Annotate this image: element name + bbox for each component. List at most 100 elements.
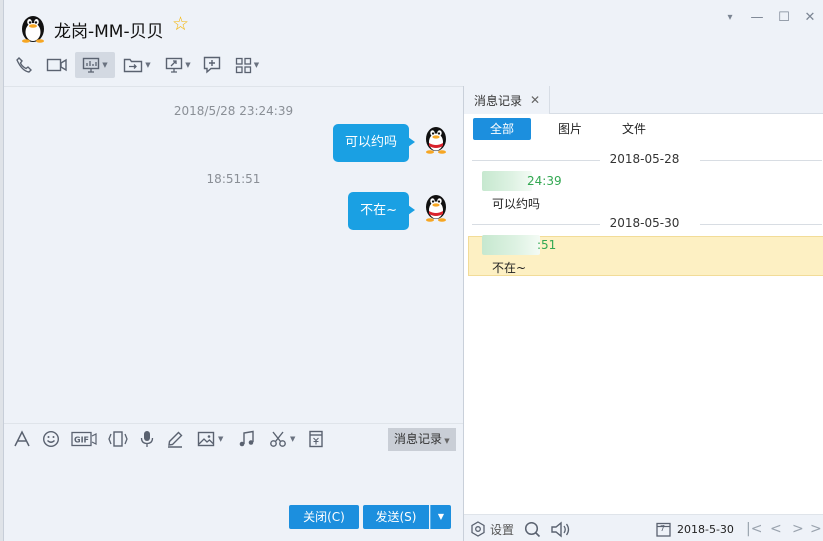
first-page-icon: |< bbox=[746, 521, 763, 537]
star-icon[interactable]: ☆ bbox=[172, 15, 189, 34]
microphone-icon bbox=[140, 431, 154, 447]
shake-window-icon bbox=[108, 431, 128, 447]
new-discussion-button[interactable] bbox=[200, 52, 224, 78]
screen-chart-icon bbox=[83, 57, 100, 73]
last-page-button[interactable]: >| bbox=[810, 520, 823, 538]
close-button[interactable]: 关闭(C) bbox=[289, 505, 359, 529]
message-history-button[interactable]: 消息记录 ▼ bbox=[388, 428, 456, 451]
dropdown-caret-icon: ▼ bbox=[102, 61, 108, 69]
music-button[interactable] bbox=[238, 428, 256, 450]
message-history-label: 消息记录 bbox=[394, 432, 443, 446]
divider bbox=[700, 160, 822, 161]
red-packet-icon bbox=[309, 430, 323, 448]
current-date: 2018-5-30 bbox=[677, 522, 734, 536]
message-bubble[interactable]: 可以约吗 bbox=[332, 124, 416, 162]
first-page-button[interactable]: |< bbox=[746, 520, 762, 538]
voice-call-button[interactable] bbox=[12, 52, 36, 78]
penguin-avatar-icon[interactable] bbox=[421, 191, 451, 223]
pencil-icon bbox=[168, 431, 183, 448]
doodle-button[interactable] bbox=[166, 428, 184, 450]
redacted-name bbox=[482, 171, 532, 191]
message-bubble[interactable]: 不在~ bbox=[348, 192, 415, 230]
minimize-icon[interactable]: — bbox=[748, 9, 766, 27]
grid-apps-icon bbox=[235, 57, 251, 73]
screen-share-button[interactable]: ▼ bbox=[161, 52, 195, 78]
tab-strip bbox=[550, 86, 823, 114]
apps-button[interactable]: ▼ bbox=[230, 52, 264, 78]
voice-toggle-button[interactable] bbox=[550, 520, 572, 538]
last-page-icon: >| bbox=[810, 521, 823, 537]
voice-message-button[interactable] bbox=[139, 428, 155, 450]
font-icon bbox=[14, 430, 30, 447]
dropdown-caret-icon: ▼ bbox=[145, 61, 151, 69]
dropdown-caret-icon: ▼ bbox=[253, 61, 260, 69]
penguin-avatar-icon[interactable] bbox=[18, 11, 48, 43]
chat-window: 龙岗-MM-贝贝 ☆ ▾ — ☐ ✕ ▼ ▼ ▼ ▼ 2018/5/28 23:… bbox=[3, 0, 823, 541]
penguin-avatar-icon[interactable] bbox=[421, 123, 451, 155]
svg-text:GIF: GIF bbox=[74, 436, 89, 445]
date-label: 2018-05-30 bbox=[609, 216, 680, 230]
date-label: 2018-05-28 bbox=[609, 152, 680, 166]
date-separator: 2018-05-30 bbox=[464, 216, 823, 232]
date-separator: 2018-05-28 bbox=[464, 152, 823, 168]
send-button[interactable]: 发送(S) bbox=[363, 505, 429, 529]
tab-label: 消息记录 bbox=[474, 93, 523, 108]
settings-label: 设置 bbox=[490, 522, 515, 537]
video-call-button[interactable] bbox=[44, 52, 70, 78]
emoji-button[interactable] bbox=[42, 428, 60, 450]
contact-name[interactable]: 龙岗-MM-贝贝 bbox=[54, 17, 164, 42]
gear-icon bbox=[471, 521, 485, 537]
message-timestamp: 18:51:51 bbox=[206, 172, 261, 186]
shake-button[interactable] bbox=[108, 428, 128, 450]
record-text[interactable]: 可以约吗 bbox=[492, 195, 540, 212]
gif-icon: GIF bbox=[71, 431, 97, 447]
history-filters: 全部 图片 文件 bbox=[464, 114, 823, 144]
previous-page-button[interactable]: < bbox=[770, 520, 782, 538]
message-area[interactable]: 2018/5/28 23:24:39 可以约吗 18:51:51 不在~ bbox=[4, 86, 463, 420]
chevron-right-icon: > bbox=[792, 521, 804, 537]
send-options-button[interactable]: ▼ bbox=[430, 505, 451, 529]
screenshot-button[interactable]: ▼ bbox=[269, 428, 295, 450]
image-button[interactable]: ▼ bbox=[197, 428, 223, 450]
scissors-icon bbox=[270, 431, 286, 447]
font-button[interactable] bbox=[13, 428, 31, 450]
video-camera-icon bbox=[46, 58, 67, 72]
red-packet-button[interactable] bbox=[308, 428, 324, 450]
remote-assist-button[interactable]: ▼ bbox=[75, 52, 115, 78]
gif-button[interactable]: GIF bbox=[71, 428, 97, 450]
chat-toolbar: ▼ ▼ ▼ ▼ bbox=[4, 50, 464, 80]
dropdown-caret-icon: ▼ bbox=[218, 435, 224, 443]
redacted-name bbox=[482, 235, 540, 255]
chat-add-icon bbox=[203, 56, 221, 74]
history-footer: 设置 7 2018-5-30 |< < > >| bbox=[464, 514, 823, 541]
settings-button[interactable]: 设置 bbox=[470, 520, 514, 538]
close-icon[interactable]: ✕ bbox=[801, 9, 819, 27]
search-history-button[interactable] bbox=[524, 520, 541, 538]
chevron-left-icon: < bbox=[770, 521, 782, 537]
next-page-button[interactable]: > bbox=[792, 520, 804, 538]
dropdown-caret-icon: ▼ bbox=[290, 435, 296, 443]
phone-icon bbox=[16, 57, 32, 73]
record-time: :51 bbox=[537, 238, 557, 252]
divider bbox=[700, 224, 822, 225]
filter-all[interactable]: 全部 bbox=[473, 118, 531, 140]
dropdown-caret-icon: ▼ bbox=[437, 512, 445, 521]
send-file-button[interactable]: ▼ bbox=[118, 52, 156, 78]
close-tab-icon[interactable]: ✕ bbox=[530, 93, 540, 107]
maximize-icon[interactable]: ☐ bbox=[775, 9, 793, 27]
screen-share-icon bbox=[166, 57, 183, 73]
record-text[interactable]: 不在~ bbox=[492, 259, 526, 276]
dropdown-caret-icon: ▼ bbox=[185, 61, 191, 69]
folder-transfer-icon bbox=[124, 58, 143, 73]
image-icon bbox=[197, 431, 215, 447]
message-input[interactable] bbox=[4, 454, 463, 500]
chevron-down-icon[interactable]: ▾ bbox=[721, 9, 739, 27]
history-panel: 消息记录 ✕ 全部 图片 文件 2018-05-28 24:39 可以约吗 20… bbox=[463, 86, 823, 541]
smiley-icon bbox=[42, 430, 60, 448]
tab-message-history[interactable]: 消息记录 ✕ bbox=[464, 86, 550, 114]
filter-images[interactable]: 图片 bbox=[550, 118, 590, 140]
record-time: 24:39 bbox=[527, 174, 562, 188]
calendar-button[interactable]: 7 2018-5-30 bbox=[656, 520, 734, 538]
search-icon bbox=[524, 521, 541, 537]
filter-files[interactable]: 文件 bbox=[614, 118, 654, 140]
